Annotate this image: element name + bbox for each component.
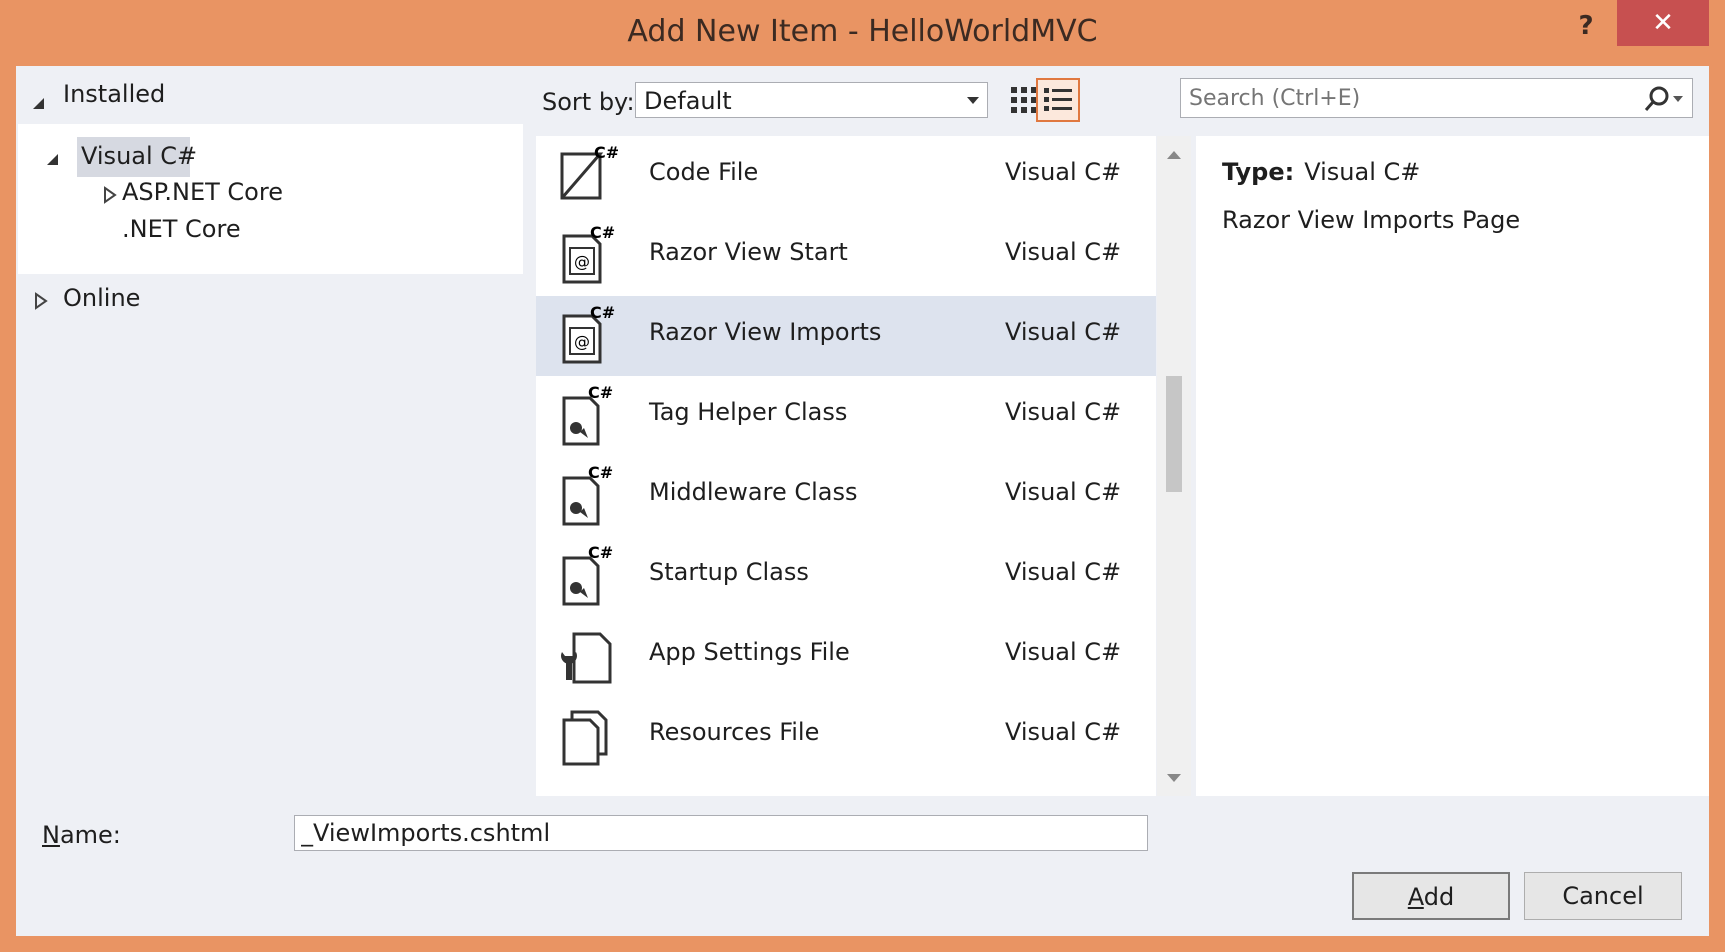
template-language: Visual C# bbox=[1005, 638, 1122, 666]
tree-item-net-core[interactable]: .NET Core bbox=[122, 215, 241, 243]
name-field[interactable] bbox=[294, 815, 1148, 851]
scroll-up-icon[interactable] bbox=[1167, 151, 1181, 159]
tree-item-visual-csharp[interactable]: Visual C# bbox=[81, 142, 197, 170]
name-label-rest: ame: bbox=[59, 821, 121, 849]
dialog-body: Installed Visual C# ASP.NET Core .NET Co… bbox=[16, 66, 1709, 936]
template-name: App Settings File bbox=[649, 638, 850, 666]
expand-arrow-icon[interactable] bbox=[103, 182, 117, 210]
template-row[interactable]: C# Startup Class Visual C# bbox=[536, 536, 1156, 616]
add-accel: A bbox=[1407, 883, 1424, 911]
details-view-button[interactable] bbox=[1036, 78, 1080, 122]
cancel-button[interactable]: Cancel bbox=[1524, 872, 1682, 920]
template-name: Tag Helper Class bbox=[649, 398, 848, 426]
add-button-rest: dd bbox=[1423, 883, 1455, 911]
template-name: Middleware Class bbox=[649, 478, 858, 506]
template-language: Visual C# bbox=[1005, 478, 1122, 506]
template-name: Razor View Imports bbox=[649, 318, 882, 346]
template-row[interactable]: C# Code File Visual C# bbox=[536, 136, 1156, 216]
template-language: Visual C# bbox=[1005, 238, 1122, 266]
search-icon[interactable] bbox=[1643, 85, 1671, 117]
class-file-icon: C# bbox=[554, 463, 618, 528]
class-file-icon: C# bbox=[554, 543, 618, 608]
template-language: Visual C# bbox=[1005, 718, 1122, 746]
template-name: Resources File bbox=[649, 718, 820, 746]
sort-by-label: Sort by: bbox=[542, 88, 635, 116]
svg-text:C#: C# bbox=[588, 544, 613, 562]
close-button[interactable]: ✕ bbox=[1617, 0, 1709, 46]
svg-text:C#: C# bbox=[590, 304, 615, 322]
list-scrollbar[interactable] bbox=[1157, 136, 1191, 796]
type-label: Type: bbox=[1222, 158, 1295, 186]
template-row[interactable]: Resources File Visual C# bbox=[536, 696, 1156, 776]
template-row[interactable]: @ C# Razor View Imports Visual C# bbox=[536, 296, 1156, 376]
name-label-accel: N bbox=[42, 821, 60, 849]
dialog-title: Add New Item - HelloWorldMVC bbox=[627, 14, 1098, 49]
template-row[interactable]: C# Middleware Class Visual C# bbox=[536, 456, 1156, 536]
installed-header[interactable]: Installed bbox=[16, 66, 521, 124]
template-description: Razor View Imports Page bbox=[1222, 206, 1521, 234]
chevron-down-icon bbox=[967, 97, 979, 104]
chevron-down-icon[interactable] bbox=[1673, 96, 1683, 102]
template-list: C# Code File Visual C# @ C# Razor View Start V… bbox=[536, 136, 1156, 796]
type-value: Visual C# bbox=[1304, 158, 1421, 186]
online-label: Online bbox=[63, 284, 141, 312]
category-tree: Visual C# ASP.NET Core .NET Core bbox=[18, 124, 523, 274]
template-name: Razor View Start bbox=[649, 238, 848, 266]
details-panel: Type: Visual C# Razor View Imports Page bbox=[1196, 136, 1709, 796]
razor-file-icon: @ C# bbox=[554, 223, 618, 288]
search-box[interactable] bbox=[1180, 78, 1693, 118]
type-line: Type: Visual C# bbox=[1222, 158, 1420, 186]
installed-label: Installed bbox=[63, 80, 166, 108]
sort-by-value: Default bbox=[644, 87, 732, 115]
template-name: Code File bbox=[649, 158, 759, 186]
template-language: Visual C# bbox=[1005, 158, 1122, 186]
title-bar: Add New Item - HelloWorldMVC ? ✕ bbox=[0, 0, 1725, 66]
template-row[interactable]: App Settings File Visual C# bbox=[536, 616, 1156, 696]
razor-file-icon: @ C# bbox=[554, 303, 618, 368]
tree-item-aspnet-core[interactable]: ASP.NET Core bbox=[122, 178, 283, 206]
collapse-arrow-icon[interactable] bbox=[31, 90, 47, 118]
scroll-thumb[interactable] bbox=[1166, 376, 1182, 492]
expand-arrow-icon[interactable] bbox=[34, 288, 48, 316]
template-language: Visual C# bbox=[1005, 318, 1122, 346]
settings-file-icon bbox=[554, 624, 618, 688]
template-language: Visual C# bbox=[1005, 398, 1122, 426]
collapse-arrow-icon[interactable] bbox=[45, 146, 61, 174]
svg-text:C#: C# bbox=[588, 384, 613, 402]
svg-text:C#: C# bbox=[594, 144, 618, 162]
svg-text:@: @ bbox=[574, 332, 590, 351]
template-language: Visual C# bbox=[1005, 558, 1122, 586]
list-view-icon bbox=[1044, 88, 1072, 111]
class-file-icon: C# bbox=[554, 383, 618, 448]
search-input[interactable] bbox=[1187, 82, 1611, 114]
resources-file-icon bbox=[554, 704, 618, 768]
dialog-window: Add New Item - HelloWorldMVC ? ✕ Install… bbox=[0, 0, 1725, 952]
svg-text:C#: C# bbox=[588, 464, 613, 482]
template-row[interactable]: C# Tag Helper Class Visual C# bbox=[536, 376, 1156, 456]
template-row[interactable]: @ C# Razor View Start Visual C# bbox=[536, 216, 1156, 296]
svg-text:@: @ bbox=[574, 252, 590, 271]
template-name: Startup Class bbox=[649, 558, 809, 586]
help-button[interactable]: ? bbox=[1568, 8, 1604, 44]
code-file-icon: C# bbox=[554, 143, 619, 208]
add-button[interactable]: Add bbox=[1352, 872, 1510, 920]
sort-by-select[interactable]: Default bbox=[635, 82, 988, 118]
name-label: Name: bbox=[42, 821, 121, 849]
scroll-down-icon[interactable] bbox=[1167, 774, 1181, 782]
svg-text:C#: C# bbox=[590, 224, 615, 242]
